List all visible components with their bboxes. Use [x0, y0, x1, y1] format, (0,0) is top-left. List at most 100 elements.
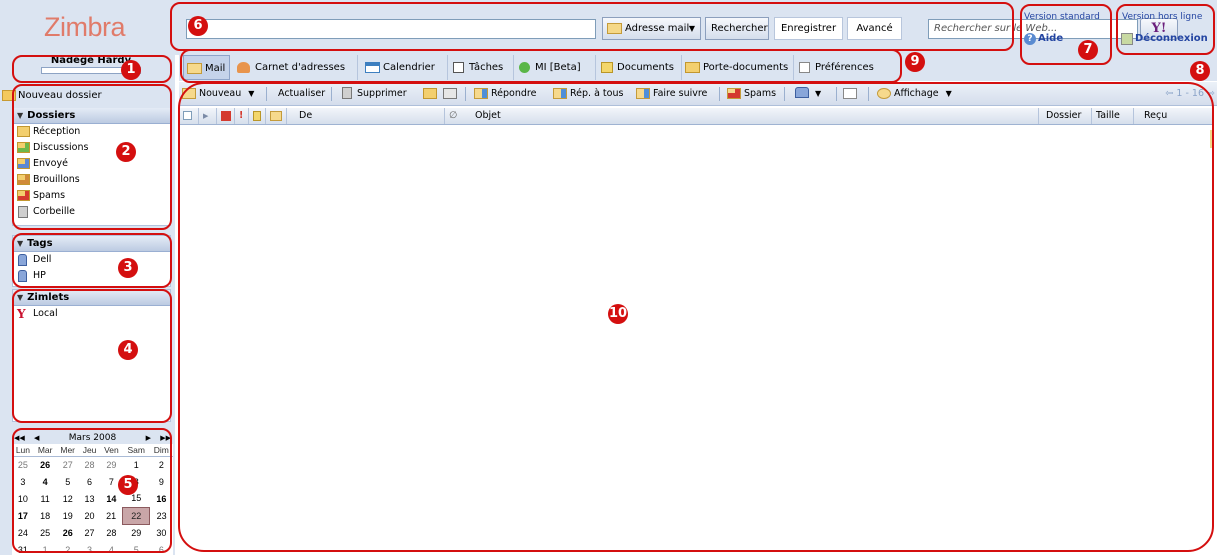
zimlet-local[interactable]: Y Local [13, 306, 170, 322]
new-folder-button[interactable]: Nouveau dossier [0, 86, 175, 106]
tab-tasks[interactable]: Tâches [448, 55, 514, 80]
view-menu-button[interactable]: Affichage ▼ [876, 82, 952, 105]
prev-year-icon[interactable]: ◀◀ [14, 432, 25, 444]
calendar-day[interactable]: 3 [79, 541, 100, 555]
standard-version-link[interactable]: Version standard [1024, 12, 1100, 22]
tab-contacts[interactable]: Carnet d'adresses [234, 55, 358, 80]
priority-column[interactable]: ! [235, 108, 249, 124]
offline-version-link[interactable]: Version hors ligne [1122, 12, 1202, 22]
calendar-day[interactable]: 28 [79, 456, 100, 473]
tag-button[interactable]: ▼ [791, 82, 835, 105]
calendar-day[interactable]: 5 [56, 473, 79, 490]
calendar-day[interactable]: 29 [123, 524, 150, 541]
delete-button[interactable]: Supprimer [339, 82, 407, 105]
next-month-icon[interactable]: ▶ [146, 432, 151, 444]
tab-calendar[interactable]: Calendrier [362, 55, 448, 80]
subject-column[interactable]: Objet [463, 108, 1039, 124]
reply-button[interactable]: Répondre [473, 82, 536, 105]
calendar-day[interactable]: 24 [12, 524, 34, 541]
folder-inbox[interactable]: Réception [13, 124, 170, 140]
move-button[interactable] [422, 82, 440, 105]
forward-button[interactable]: Faire suivre [635, 82, 707, 105]
save-search-button[interactable]: Enregistrer [774, 17, 843, 40]
size-column[interactable]: Taille [1092, 108, 1134, 124]
help-link[interactable]: Aide [1038, 33, 1063, 44]
calendar-day[interactable]: 27 [56, 456, 79, 473]
calendar-day-today[interactable]: 22 [122, 506, 151, 525]
calendar-day[interactable]: 13 [79, 490, 100, 507]
calendar-day[interactable]: 27 [79, 524, 100, 541]
folder-drafts[interactable]: Brouillons [13, 172, 170, 188]
zimlets-header[interactable]: ▼ Zimlets [13, 290, 170, 306]
tags-header[interactable]: ▼ Tags [13, 236, 170, 252]
tab-briefcase[interactable]: Porte-documents [682, 55, 794, 80]
next-page-icon[interactable]: ⇨ [1207, 88, 1215, 99]
calendar-day[interactable]: 31 [12, 541, 34, 555]
search-scope-dropdown[interactable]: Adresse mail ▼ [602, 17, 701, 40]
print-button[interactable] [442, 82, 460, 105]
select-all-checkbox[interactable] [179, 108, 199, 124]
tab-documents[interactable]: Documents [596, 55, 682, 80]
folder-column[interactable]: Dossier [1042, 108, 1092, 124]
tab-preferences[interactable]: Préférences [794, 55, 884, 80]
calendar-day[interactable]: 28 [100, 524, 123, 541]
folders-header[interactable]: ▼ Dossiers [13, 108, 170, 124]
calendar-day[interactable]: 26 [34, 456, 57, 473]
expand-column[interactable]: ▶ [199, 108, 217, 124]
prev-page-icon[interactable]: ⇦ [1165, 88, 1173, 99]
tag-column[interactable] [249, 108, 266, 124]
flag-column[interactable] [217, 108, 235, 124]
zimbra-logo[interactable]: Zimbra [0, 0, 172, 52]
tab-im[interactable]: MI [Beta] [514, 55, 596, 80]
advanced-search-button[interactable]: Avancé [847, 17, 902, 40]
calendar-day[interactable]: 25 [12, 456, 34, 473]
refresh-button[interactable]: Actualiser [278, 82, 325, 105]
message-list[interactable] [179, 126, 1214, 555]
search-input[interactable] [186, 19, 596, 39]
tab-mail[interactable]: Mail [183, 55, 230, 80]
calendar-day[interactable]: 30 [150, 524, 173, 541]
calendar-day[interactable]: 9 [150, 473, 173, 490]
reply-all-button[interactable]: Rép. à tous [552, 82, 623, 105]
folder-spam[interactable]: Spams [13, 188, 170, 204]
tag-item-dell[interactable]: Dell [13, 252, 170, 268]
calendar-day[interactable]: 26 [56, 524, 79, 541]
attachment-column[interactable]: ∅ [445, 108, 463, 124]
calendar-day[interactable]: 23 [150, 507, 173, 524]
calendar-day[interactable]: 11 [34, 490, 57, 507]
calendar-day[interactable]: 3 [12, 473, 34, 490]
detach-button[interactable] [842, 82, 860, 105]
chevron-down-icon[interactable]: ▼ [248, 89, 254, 98]
calendar-day[interactable]: 4 [34, 473, 57, 490]
calendar-day[interactable]: 21 [100, 507, 123, 524]
prev-month-icon[interactable]: ◀ [34, 432, 39, 444]
calendar-day[interactable]: 14 [100, 490, 123, 507]
calendar-day[interactable]: 29 [100, 456, 123, 473]
calendar-day[interactable]: 4 [100, 541, 123, 555]
next-year-icon[interactable]: ▶▶ [160, 432, 171, 444]
new-button[interactable]: Nouveau ▼ [181, 82, 254, 105]
calendar-day[interactable]: 6 [79, 473, 100, 490]
received-column[interactable]: Reçu [1134, 108, 1212, 124]
tag-item-hp[interactable]: HP [13, 268, 170, 284]
calendar-day[interactable]: 16 [150, 490, 173, 507]
calendar-day[interactable]: 2 [56, 541, 79, 555]
folder-sent[interactable]: Envoyé [13, 156, 170, 172]
spam-button[interactable]: Spams [726, 82, 776, 105]
folder-trash[interactable]: Corbeille [13, 204, 170, 220]
calendar-day[interactable]: 19 [56, 507, 79, 524]
status-column[interactable] [266, 108, 287, 124]
calendar-day[interactable]: 10 [12, 490, 34, 507]
calendar-day[interactable]: 5 [123, 541, 150, 555]
search-button[interactable]: Rechercher [705, 17, 769, 40]
calendar-day[interactable]: 6 [150, 541, 173, 555]
calendar-day[interactable]: 1 [34, 541, 57, 555]
calendar-day[interactable]: 25 [34, 524, 57, 541]
calendar-day[interactable]: 20 [79, 507, 100, 524]
calendar-day[interactable]: 17 [12, 507, 34, 524]
folder-chats[interactable]: Discussions [13, 140, 170, 156]
calendar-day[interactable]: 2 [150, 456, 173, 473]
logout-link[interactable]: Déconnexion [1135, 33, 1208, 44]
calendar-day[interactable]: 1 [123, 456, 150, 473]
calendar-day[interactable]: 12 [56, 490, 79, 507]
